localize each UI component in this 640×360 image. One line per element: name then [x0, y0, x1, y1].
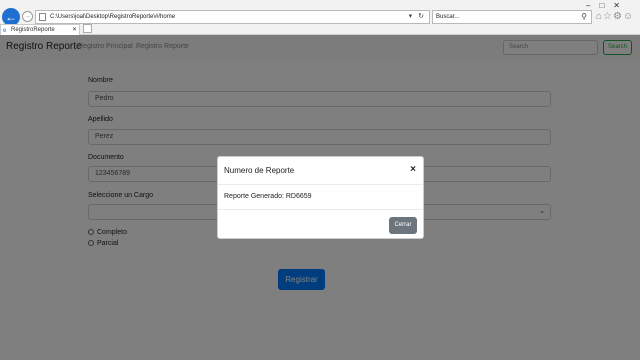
tab-title: RegistroReporte — [11, 27, 55, 33]
address-text: C:\Users\joal\Desktop\RegistroReporte\#/… — [50, 14, 176, 20]
cerrar-button[interactable]: Cerrar — [389, 217, 417, 234]
modal-footer: Cerrar — [218, 209, 423, 240]
smiley-icon[interactable]: ☺ — [623, 11, 634, 22]
arrow-left-icon: ← — [5, 10, 17, 24]
close-icon[interactable]: × — [410, 164, 416, 175]
settings-gear-icon[interactable]: ⚙ — [613, 11, 623, 22]
refresh-icon[interactable]: ▾ ↻ — [409, 11, 426, 23]
page-icon — [39, 13, 46, 21]
forward-button[interactable]: → — [22, 11, 33, 22]
address-bar[interactable]: C:\Users\joal\Desktop\RegistroReporte\#/… — [35, 10, 430, 24]
arrow-right-icon: → — [24, 13, 31, 20]
browser-search-box[interactable]: Buscar... ⚲ — [432, 10, 592, 24]
modal-title: Numero de Reporte — [224, 166, 295, 175]
home-icon[interactable]: ⌂ — [596, 11, 603, 22]
new-tab-button[interactable] — [83, 24, 92, 33]
tab-close-icon[interactable]: ✕ — [72, 25, 77, 35]
report-number-modal: Numero de Reporte × Reporte Generado: RD… — [217, 156, 424, 239]
modal-header: Numero de Reporte × — [218, 157, 423, 185]
browser-toolbar-icons[interactable]: ⌂☆⚙☺ — [596, 11, 634, 22]
favorites-star-icon[interactable]: ☆ — [603, 11, 613, 22]
browser-search-placeholder: Buscar... — [436, 14, 460, 20]
browser-tab[interactable]: e RegistroReporte ✕ — [0, 24, 80, 35]
window-controls[interactable]: –□✕ — [586, 1, 629, 10]
browser-chrome: ← → C:\Users\joal\Desktop\RegistroReport… — [0, 0, 640, 35]
search-icon[interactable]: ⚲ — [581, 11, 587, 23]
modal-body-text: Reporte Generado: RD6659 — [224, 193, 312, 200]
